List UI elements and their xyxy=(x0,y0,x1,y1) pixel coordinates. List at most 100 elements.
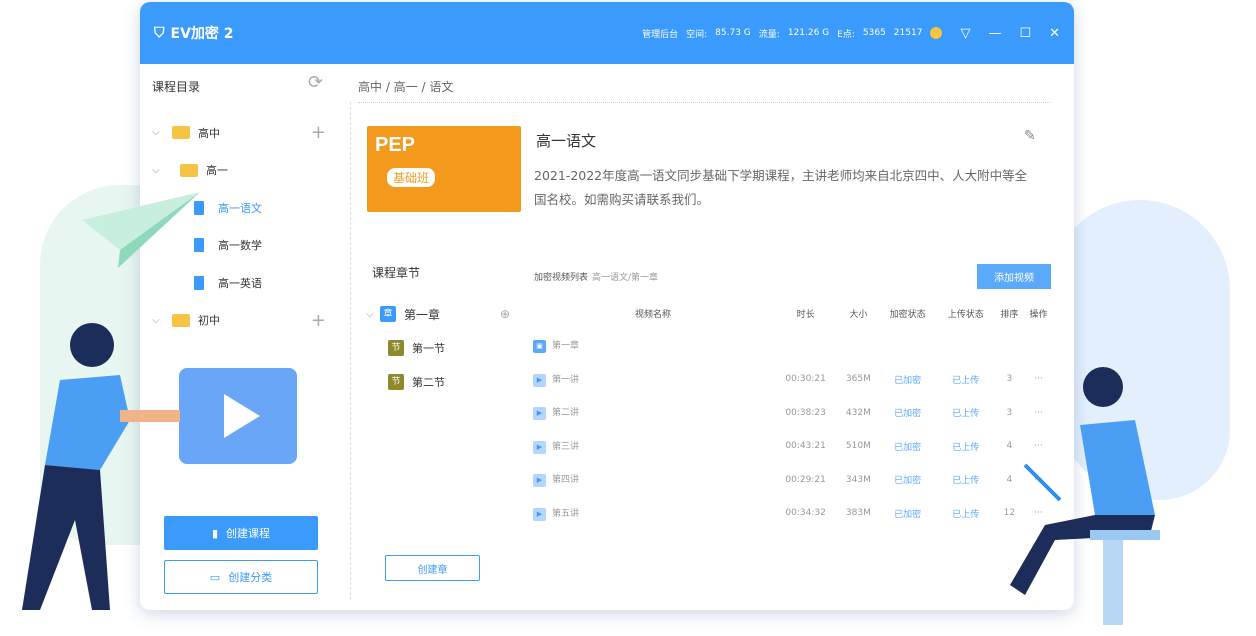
divider xyxy=(358,102,1050,103)
duration: 00:30:21 xyxy=(785,374,826,385)
encrypt-status: 已加密 xyxy=(894,375,922,386)
video-name: ▶ 第三讲 xyxy=(533,430,773,464)
divider xyxy=(350,102,351,600)
section-icon: 节 xyxy=(388,340,404,356)
tree-item-gaozhong[interactable]: ⌵ 高中 + xyxy=(140,114,340,152)
shield-icon: ⛉ xyxy=(154,25,165,41)
encrypt-status: 已加密 xyxy=(894,509,922,520)
video-name: ▶ 第一讲 xyxy=(533,363,773,397)
play-icon: ▶ xyxy=(533,474,546,488)
space-value: 85.73 G xyxy=(715,28,751,38)
chapter-icon: 章 xyxy=(380,306,396,322)
table-row-chapter[interactable]: ▣ 第一章 xyxy=(533,329,1053,363)
app-logo: ⛉ EV加密 2 xyxy=(154,23,234,43)
col-header: 排序 xyxy=(1000,309,1019,320)
section-item[interactable]: 节第二节 xyxy=(366,365,510,399)
chapter-name: 第一章 xyxy=(552,341,580,352)
video-name-text: 第四讲 xyxy=(552,475,580,486)
table-row[interactable]: ▶ 第三讲 00:43:21 510M 已加密 已上传 4 ··· xyxy=(533,430,1053,464)
add-circle-icon[interactable]: ⊕ xyxy=(500,307,510,321)
play-icon: ▶ xyxy=(533,507,546,521)
video-name: ▶ 第四讲 xyxy=(533,463,773,497)
play-icon: ▶ xyxy=(533,373,546,387)
size: 365M xyxy=(845,374,871,385)
maximize-button[interactable]: ☐ xyxy=(1019,26,1031,41)
col-header: 时长 xyxy=(796,309,815,320)
cover-title: PEP xyxy=(375,134,416,156)
table-row[interactable]: ▶ 第二讲 00:38:23 432M 已加密 已上传 3 ··· xyxy=(533,396,1053,430)
video-name-text: 第一讲 xyxy=(552,374,580,385)
title-bar: ⛉ EV加密 2 管理后台 空间: 85.73 G 流量: 121.26 G E点: 5… xyxy=(140,2,1074,64)
traffic-value: 121.26 G xyxy=(787,28,830,38)
section-label: 第二节 xyxy=(412,376,445,389)
folder-icon xyxy=(172,126,190,140)
vip-badge-icon[interactable] xyxy=(930,27,943,39)
sidebar-header: 课程目录 xyxy=(152,80,201,94)
person-pushing-illustration xyxy=(22,192,200,610)
dropdown-icon[interactable]: ▽ xyxy=(960,26,970,41)
epoints-label: E点: xyxy=(837,29,855,40)
create-chapter-button[interactable]: 创建章 xyxy=(385,555,480,581)
app-window: ⛉ EV加密 2 管理后台 空间: 85.73 G 流量: 121.26 G E点: 5… xyxy=(140,2,1074,610)
chapter-item[interactable]: ⌵ 章第一章 ⊕ xyxy=(366,297,510,331)
person-laptop-illustration xyxy=(1010,367,1160,625)
course-title: 高一语文 xyxy=(536,132,597,150)
col-header: 操作 xyxy=(1029,309,1048,320)
chevron-down-icon[interactable]: ⌵ xyxy=(152,165,166,176)
edit-icon[interactable]: ✎ xyxy=(1024,128,1036,144)
video-table: 视频名称 时长 大小 加密状态 上传状态 排序 操作 ▣ 第一章 ▶ 第一讲 00:… xyxy=(533,297,1053,530)
add-icon[interactable]: + xyxy=(311,310,326,331)
video-name: ▶ 第二讲 xyxy=(533,396,773,430)
section-icon: 节 xyxy=(388,374,404,390)
col-header: 加密状态 xyxy=(889,309,926,320)
add-icon[interactable]: + xyxy=(311,122,326,143)
list-path: 高一语文/第一章 xyxy=(592,273,659,283)
minimize-button[interactable]: — xyxy=(988,26,1001,41)
app-title: EV加密 2 xyxy=(170,26,234,42)
button-label: 创建课程 xyxy=(226,527,271,540)
tree-item-gaoyi[interactable]: ⌵ 高一 xyxy=(140,152,340,190)
play-icon: ▶ xyxy=(533,440,546,454)
duration: 00:38:23 xyxy=(785,407,826,418)
video-name-text: 第五讲 xyxy=(552,508,580,519)
size: 510M xyxy=(845,441,871,452)
table-row[interactable]: ▶ 第一讲 00:30:21 365M 已加密 已上传 3 ··· xyxy=(533,363,1053,397)
stool-seat xyxy=(1090,530,1160,540)
section-item[interactable]: 节第一节 xyxy=(366,331,510,365)
epoints-value: 5365 xyxy=(862,28,886,38)
person-hair xyxy=(1083,367,1123,407)
section-label: 第一节 xyxy=(412,342,445,355)
play-icon: ▶ xyxy=(533,407,546,421)
encrypt-status: 已加密 xyxy=(894,442,922,453)
person-shirt xyxy=(45,375,130,470)
add-video-button[interactable]: 添加视频 xyxy=(977,264,1051,289)
col-header: 大小 xyxy=(849,309,868,320)
cover-subtitle: 基础班 xyxy=(387,168,436,187)
col-header: 上传状态 xyxy=(947,309,984,320)
laptop-icon xyxy=(1023,463,1062,502)
video-name-text: 第三讲 xyxy=(552,441,580,452)
col-header: 视频名称 xyxy=(634,309,671,320)
chapter-label: 第一章 xyxy=(404,307,441,322)
video-name: ▶ 第五讲 xyxy=(533,497,773,531)
admin-link[interactable]: 管理后台 xyxy=(642,27,678,40)
duration: 00:34:32 xyxy=(785,508,826,519)
encrypt-status: 已加密 xyxy=(894,409,922,420)
refresh-icon[interactable]: ⟳ xyxy=(308,72,323,93)
chevron-down-icon[interactable]: ⌵ xyxy=(152,127,166,138)
chapter-icon: ▣ xyxy=(533,340,546,354)
chapters-header: 课程章节 xyxy=(372,266,421,280)
chevron-down-icon[interactable]: ⌵ xyxy=(366,309,380,320)
person-hair xyxy=(70,323,114,367)
table-row[interactable]: ▶ 第五讲 00:34:32 383M 已加密 已上传 12 ··· xyxy=(533,497,1053,531)
duration: 00:29:21 xyxy=(785,474,826,485)
close-button[interactable]: ✕ xyxy=(1049,26,1060,41)
tree-label: 高中 xyxy=(198,126,220,140)
video-list-header: 加密视频列表 高一语文/第一章 xyxy=(534,270,658,283)
tree-label: 高一 xyxy=(206,164,228,178)
person-arm xyxy=(120,410,180,422)
course-description: 2021-2022年度高一语文同步基础下学期课程，主讲老师均来自北京四中、人大附… xyxy=(534,168,1028,207)
size: 383M xyxy=(845,508,871,519)
table-row[interactable]: ▶第四讲 00:29:21 343M 已加密 已上传 4 ··· xyxy=(533,463,1053,497)
button-label: 创建分类 xyxy=(228,571,273,584)
